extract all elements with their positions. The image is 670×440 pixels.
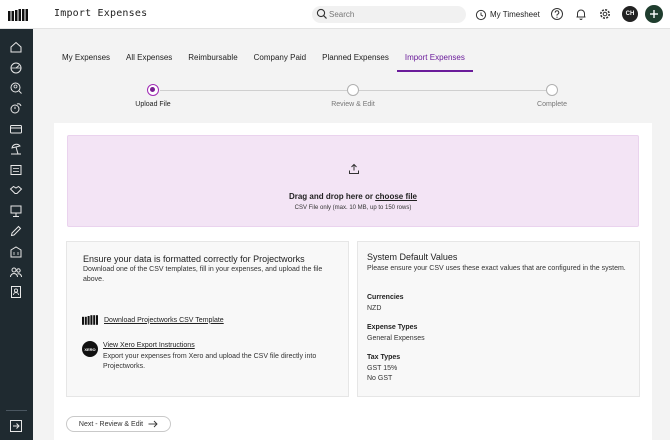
edit-icon[interactable] — [9, 224, 23, 238]
invoice-icon[interactable] — [9, 163, 23, 177]
step-label-upload: Upload File — [135, 101, 171, 108]
gear-icon[interactable] — [598, 7, 612, 21]
dropzone-instruction: Drag and drop here or choose file — [68, 192, 638, 201]
import-card: Drag and drop here or choose file CSV Fi… — [54, 123, 652, 440]
collapse-icon[interactable] — [9, 419, 23, 433]
handshake-icon[interactable] — [9, 183, 23, 197]
plus-icon — [650, 10, 658, 18]
import-stepper: Upload File Review & Edit Complete — [0, 82, 670, 112]
dropzone-text: Drag and drop here or — [288, 192, 373, 201]
tab-planned-expenses[interactable]: Planned Expenses — [314, 45, 397, 71]
search-icon — [316, 8, 327, 19]
add-button[interactable] — [645, 5, 663, 23]
expense-type-value: General Expenses — [367, 335, 425, 342]
tab-my-expenses[interactable]: My Expenses — [54, 45, 118, 71]
next-button-label: Next - Review & Edit — [78, 420, 144, 428]
tab-import-expenses[interactable]: Import Expenses — [396, 45, 473, 72]
building-icon[interactable] — [9, 245, 23, 259]
xero-logo: XERO — [82, 341, 98, 357]
template-download-row: Download Projectworks CSV Template — [82, 315, 224, 325]
card-icon[interactable] — [9, 122, 23, 136]
step-connector — [160, 90, 347, 91]
team-icon[interactable] — [9, 265, 23, 279]
tab-all-expenses[interactable]: All Expenses — [118, 45, 180, 71]
expense-tabs: My Expenses All Expenses Reimbursable Co… — [54, 45, 473, 72]
step-indicator-complete — [546, 84, 558, 96]
projectworks-logo-icon — [82, 315, 98, 325]
timesheet-icon — [475, 9, 487, 20]
search-input[interactable] — [329, 6, 459, 23]
dashboard-icon[interactable] — [9, 61, 23, 75]
choose-file-link[interactable]: choose file — [375, 192, 417, 201]
format-panel-title: Ensure your data is formatted correctly … — [83, 254, 305, 264]
expense-types-label: Expense Types — [367, 324, 418, 331]
tax-types-label: Tax Types — [367, 354, 401, 361]
bell-icon[interactable] — [574, 7, 588, 21]
help-icon[interactable] — [550, 7, 564, 21]
timesheet-label: My Timesheet — [490, 10, 540, 19]
step-connector — [359, 90, 546, 91]
xero-instructions-link[interactable]: View Xero Export Instructions — [103, 342, 195, 349]
step-indicator-upload — [147, 84, 159, 96]
next-review-button[interactable]: Next - Review & Edit — [66, 416, 171, 432]
tax-type-value: GST 15% — [367, 365, 398, 372]
avatar[interactable]: CH — [622, 6, 638, 22]
tab-reimbursable[interactable]: Reimbursable — [180, 45, 245, 71]
step-indicator-review — [347, 84, 359, 96]
dropzone-hint: CSV File only (max. 10 MB, up to 150 row… — [294, 205, 412, 211]
page-title: Import Expenses — [54, 8, 148, 19]
arrow-right-icon — [148, 420, 158, 428]
sidebar-divider — [6, 410, 27, 411]
defaults-panel: System Default Values Please ensure your… — [357, 241, 640, 397]
currency-value: NZD — [367, 305, 382, 312]
format-panel: Ensure your data is formatted correctly … — [66, 241, 349, 397]
download-template-link[interactable]: Download Projectworks CSV Template — [104, 317, 224, 324]
format-panel-description: Download one of the CSV templates, fill … — [83, 266, 323, 283]
step-label-review: Review & Edit — [331, 101, 375, 108]
currencies-label: Currencies — [367, 294, 404, 301]
projectworks-logo[interactable] — [8, 9, 28, 21]
tax-type-value: No GST — [367, 375, 393, 382]
xero-description: Export your expenses from Xero and uploa… — [103, 353, 317, 370]
tab-company-paid[interactable]: Company Paid — [246, 45, 314, 71]
home-icon[interactable] — [9, 40, 23, 54]
my-timesheet-button[interactable]: My Timesheet — [475, 6, 540, 23]
step-label-complete: Complete — [537, 101, 567, 108]
search-box[interactable] — [312, 6, 466, 23]
top-bar: Import Expenses My Timesheet CH — [0, 0, 670, 29]
file-dropzone[interactable]: Drag and drop here or choose file CSV Fi… — [67, 135, 639, 227]
defaults-panel-title: System Default Values — [367, 252, 458, 262]
upload-icon — [349, 163, 359, 174]
defaults-panel-description: Please ensure your CSV uses these exact … — [367, 265, 626, 272]
board-icon[interactable] — [9, 204, 23, 218]
contacts-icon[interactable] — [9, 285, 23, 299]
beach-icon[interactable] — [9, 142, 23, 156]
